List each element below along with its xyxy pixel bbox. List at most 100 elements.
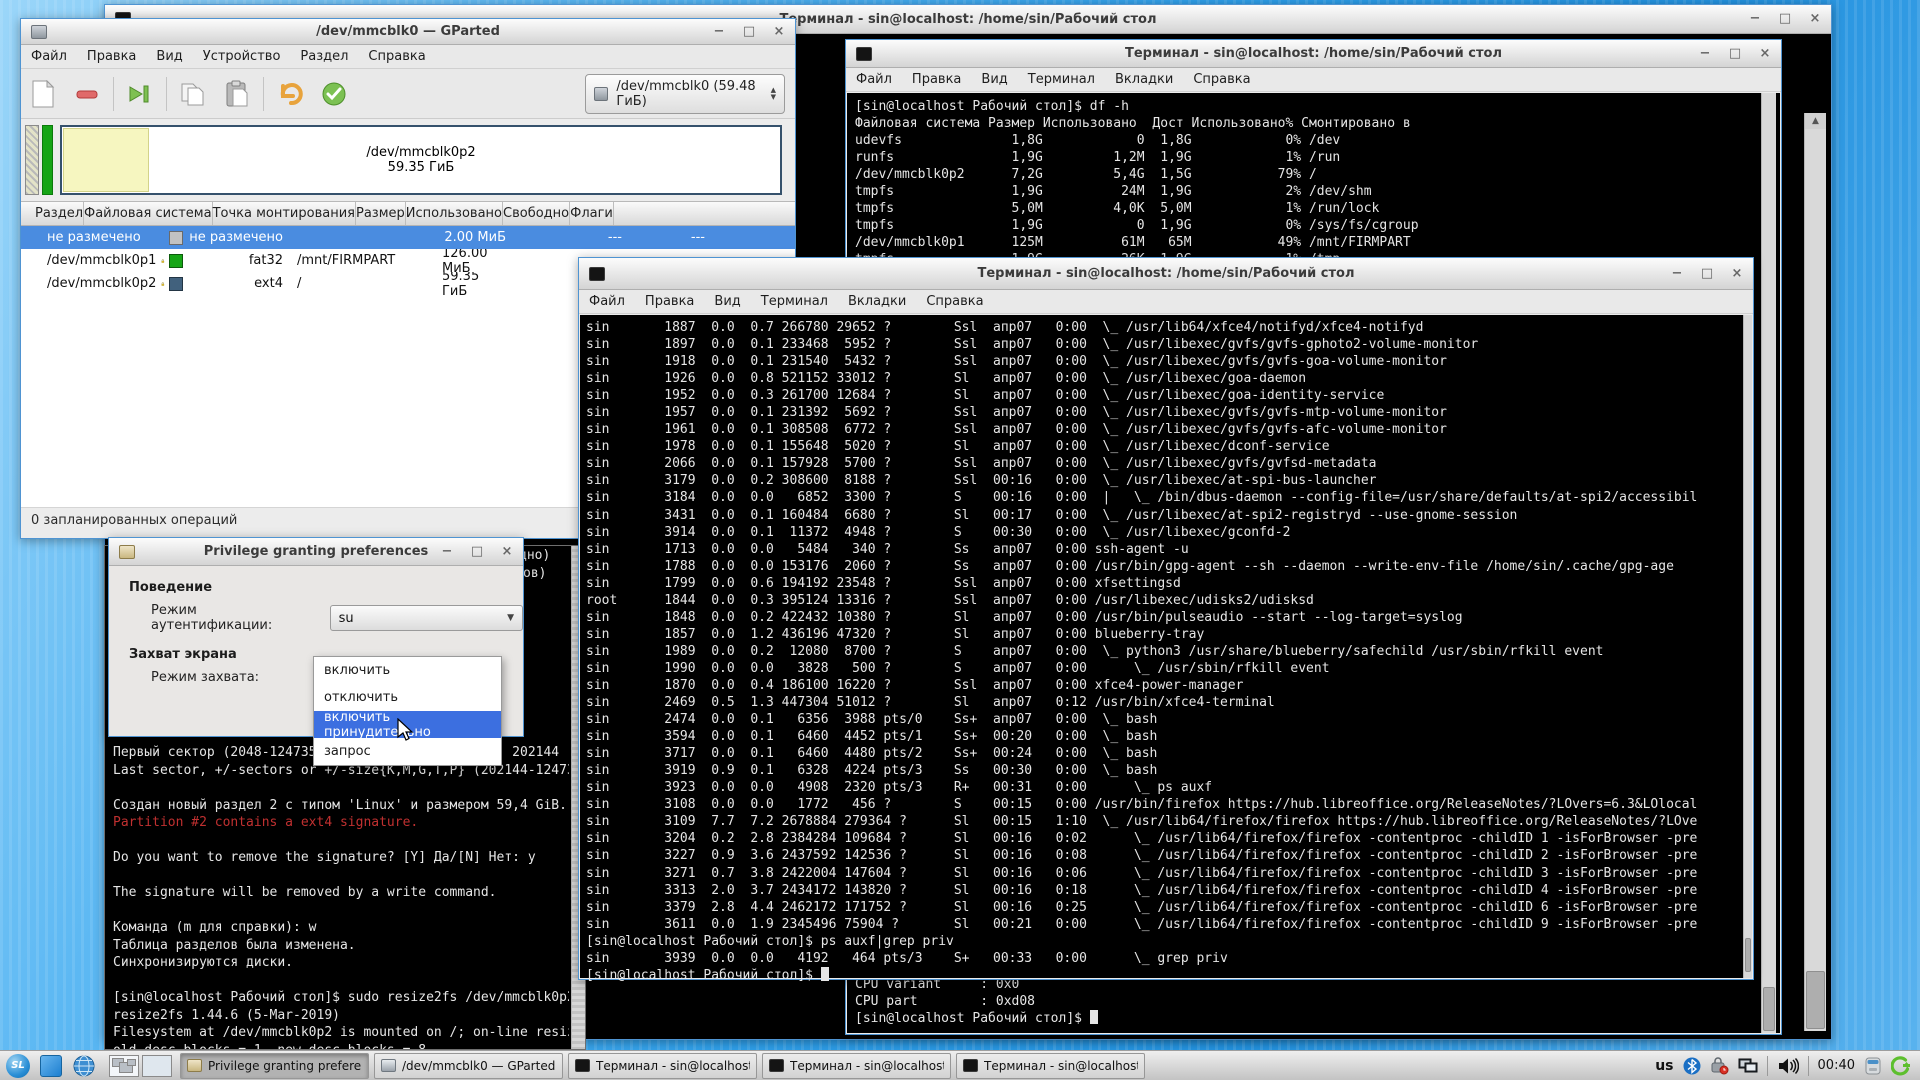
column-header[interactable]: Файловая система — [84, 202, 213, 225]
delete-partition-button[interactable] — [65, 74, 109, 114]
terminal-line: root 1844 0.0 0.3 395124 13316 ? Ssl апр… — [586, 592, 1743, 609]
close-button[interactable]: × — [1807, 11, 1823, 27]
table-row[interactable]: не размечено не размечено 2.00 МиБ --- -… — [21, 226, 795, 249]
column-header[interactable]: Раздел — [21, 202, 84, 225]
fat32-partition-swatch[interactable] — [42, 125, 53, 195]
logout-tray-button[interactable] — [1891, 1056, 1912, 1076]
clock[interactable]: 00:40 — [1818, 1058, 1855, 1073]
titlebar[interactable]: Терминал - sin@localhost: /home/sin/Рабо… — [846, 40, 1781, 68]
taskbar-task[interactable]: Терминал - sin@localhost:... — [568, 1053, 757, 1079]
titlebar[interactable]: Privilege granting preferences − □ × — [109, 538, 523, 566]
minimize-button[interactable]: − — [1697, 46, 1713, 62]
dropdown-option[interactable]: включить — [314, 657, 501, 684]
menu-item[interactable]: Вид — [704, 291, 750, 312]
menu-item[interactable]: Правка — [635, 291, 704, 312]
show-desktop-button[interactable] — [36, 1053, 66, 1079]
bluetooth-tray-button[interactable] — [1683, 1057, 1701, 1075]
auth-mode-select[interactable]: su ▼ — [330, 605, 523, 631]
taskbar-task[interactable]: Privilege granting preferen... — [180, 1053, 369, 1079]
spinner-arrows-icon[interactable]: ▲▼ — [771, 87, 776, 101]
workspace-1[interactable] — [109, 1055, 139, 1077]
minimize-button[interactable]: − — [1747, 11, 1763, 27]
close-button[interactable]: × — [1757, 46, 1773, 62]
workspace-pager[interactable] — [109, 1055, 172, 1077]
volume-tray-button[interactable] — [1777, 1057, 1799, 1075]
keyboard-layout-indicator[interactable]: us — [1655, 1058, 1673, 1074]
terminal-prompt[interactable]: [sin@localhost Рабочий стол]$ — [855, 1010, 1098, 1027]
new-partition-button[interactable] — [21, 74, 65, 114]
dialog-privilege-preferences[interactable]: Privilege granting preferences − □ × Пов… — [108, 537, 524, 737]
device-selector[interactable]: /dev/mmcblk0 (59.48 ГиБ) ▲▼ — [585, 74, 785, 114]
taskbar-task[interactable]: /dev/mmcblk0 — GParted — [374, 1053, 563, 1079]
terminal-line: sin 3919 0.9 0.1 6328 4224 pts/3 Ss 00:3… — [586, 762, 1743, 779]
scroll-up-icon[interactable]: ▲ — [1805, 113, 1826, 129]
menu-item[interactable]: Справка — [916, 291, 993, 312]
column-header[interactable]: Флаги — [570, 202, 614, 225]
column-header[interactable]: Размер — [356, 202, 406, 225]
menu-item[interactable]: Вкладки — [1105, 69, 1183, 90]
scrollbar-thumb[interactable] — [1763, 987, 1775, 1031]
terminal-line: sin 3431 0.0 0.1 160484 6680 ? Sl 00:17 … — [586, 507, 1743, 524]
taskbar-task[interactable]: Терминал - sin@localhost:... — [956, 1053, 1145, 1079]
menu-item[interactable]: Правка — [77, 46, 146, 67]
close-button[interactable]: × — [1729, 266, 1745, 282]
restore-button[interactable]: □ — [1777, 11, 1793, 27]
menu-item[interactable]: Правка — [902, 69, 971, 90]
terminal-prompt[interactable]: [sin@localhost Рабочий стол]$ — [586, 967, 1743, 984]
minimize-button[interactable]: − — [711, 24, 727, 40]
minimize-button[interactable]: − — [1669, 266, 1685, 282]
menu-item[interactable]: Файл — [846, 69, 902, 90]
scrollbar[interactable]: ▲ — [1804, 113, 1826, 1031]
scrollbar-thumb[interactable] — [1806, 971, 1825, 1029]
titlebar[interactable]: /dev/mmcblk0 — GParted − □ × — [21, 19, 795, 45]
resize-move-button[interactable] — [118, 74, 162, 114]
partition-graph: /dev/mmcblk0p2 59.35 ГиБ — [21, 119, 795, 201]
menu-item[interactable]: Справка — [1183, 69, 1260, 90]
scrollbar[interactable] — [1743, 315, 1752, 978]
dropdown-option[interactable]: отключить — [314, 684, 501, 711]
paste-button[interactable] — [215, 74, 259, 114]
dropdown-option[interactable]: запрос — [314, 738, 501, 765]
scrollbar-thumb[interactable] — [1745, 938, 1751, 972]
undo-button[interactable] — [268, 74, 312, 114]
filesystem-swatch — [169, 277, 183, 291]
menu-item[interactable]: Раздел — [290, 46, 358, 67]
column-header[interactable]: Точка монтирования — [213, 202, 356, 225]
column-header[interactable]: Использовано — [406, 202, 503, 225]
applications-menu-button[interactable]: SL — [3, 1053, 33, 1079]
window-title: Терминал - sin@localhost: /home/sin/Рабо… — [846, 46, 1781, 61]
copy-button[interactable] — [171, 74, 215, 114]
menu-item[interactable]: Справка — [358, 46, 435, 67]
restore-button[interactable]: □ — [469, 544, 485, 560]
terminal-line: sin 1713 0.0 0.0 5484 340 ? Ss апр07 0:0… — [586, 541, 1743, 558]
menu-item[interactable]: Устройство — [193, 46, 291, 67]
menu-item[interactable]: Вид — [146, 46, 192, 67]
column-header[interactable]: Свободно — [503, 202, 570, 225]
display-tray-button[interactable] — [1738, 1057, 1758, 1075]
partition-bar[interactable]: /dev/mmcblk0p2 59.35 ГиБ — [60, 125, 782, 195]
scrollbar[interactable] — [1761, 93, 1776, 1033]
close-button[interactable]: × — [771, 24, 787, 40]
window-terminal-ps[interactable]: Терминал - sin@localhost: /home/sin/Рабо… — [578, 257, 1754, 980]
terminal-line: [sin@localhost Рабочий стол]$ df -h — [855, 98, 1780, 115]
menu-item[interactable]: Терминал — [751, 291, 838, 312]
delete-partition-icon — [75, 82, 99, 106]
removable-media-tray-button[interactable] — [1864, 1056, 1882, 1076]
restore-button[interactable]: □ — [741, 24, 757, 40]
web-browser-launcher[interactable] — [69, 1053, 99, 1079]
restore-button[interactable]: □ — [1727, 46, 1743, 62]
menu-item[interactable]: Вид — [971, 69, 1017, 90]
minimize-button[interactable]: − — [439, 544, 455, 560]
menu-item[interactable]: Вкладки — [838, 291, 916, 312]
titlebar[interactable]: Терминал - sin@localhost: /home/sin/Рабо… — [579, 258, 1753, 290]
menu-item[interactable]: Терминал — [1018, 69, 1105, 90]
taskbar-task[interactable]: Терминал - sin@localhost:... — [762, 1053, 951, 1079]
menu-item[interactable]: Файл — [21, 46, 77, 67]
restore-button[interactable]: □ — [1699, 266, 1715, 282]
menu-item[interactable]: Файл — [579, 291, 635, 312]
unallocated-partition-swatch[interactable] — [25, 125, 39, 195]
close-button[interactable]: × — [499, 544, 515, 560]
workspace-2[interactable] — [142, 1055, 172, 1077]
apply-button[interactable] — [312, 74, 356, 114]
power-manager-tray-button[interactable] — [1710, 1057, 1729, 1075]
